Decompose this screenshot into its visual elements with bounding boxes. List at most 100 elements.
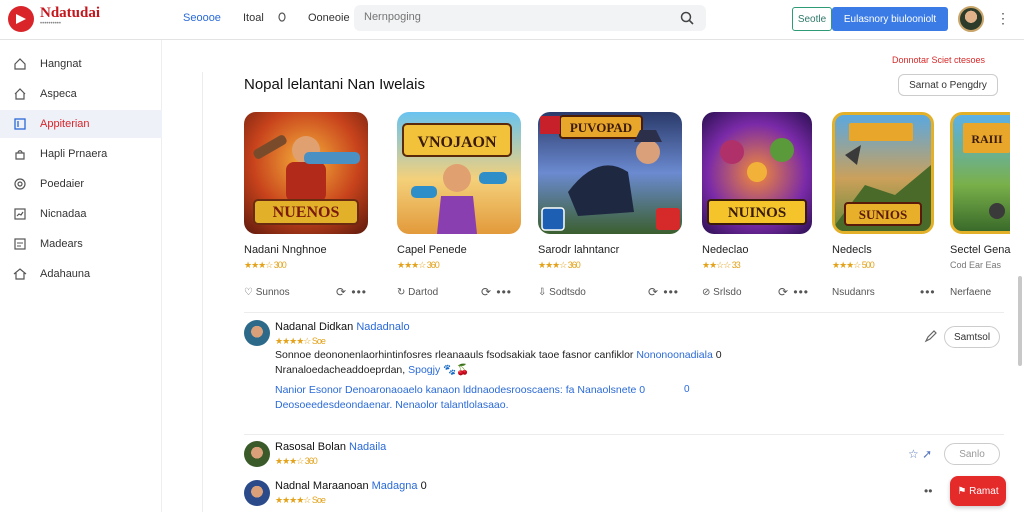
game-title[interactable]: Capel Penede <box>397 244 467 256</box>
commenter-avatar[interactable] <box>244 320 270 346</box>
nav-link-3[interactable]: Ooneoie <box>308 12 350 24</box>
sidebar-item-3[interactable]: Appiterian <box>0 110 162 138</box>
user-avatar[interactable] <box>958 6 984 32</box>
card-more-icon[interactable]: ⟳ ••• <box>336 285 367 299</box>
game-card[interactable]: SUNIOS Nedecls ★★★☆ 500 Nsudanrs ••• <box>832 112 935 299</box>
flag-icon: ⚑ <box>957 485 970 497</box>
like-icon[interactable]: ☆ ➚ <box>908 447 932 461</box>
comment-text[interactable]: Nanior Esonor Denoaronaoaelo kanaon lddn… <box>275 384 645 396</box>
divider <box>244 312 1004 313</box>
pin-icon: ⊘ <box>702 287 714 298</box>
sidebar-item-label: Aspeca <box>40 88 77 100</box>
game-title[interactable]: Sarodr lahntancr <box>538 244 619 256</box>
scrollbar[interactable] <box>1018 276 1022 366</box>
logo-play-icon <box>8 6 34 32</box>
card-action[interactable]: ⊘ Srlsdo <box>702 287 742 298</box>
game-title[interactable]: Nadani Nnghnoe <box>244 244 327 256</box>
commenter-name[interactable]: Rasosal Bolan Nadaila <box>275 441 386 453</box>
app-logo[interactable]: Ndatudai •••••••••• <box>8 6 100 32</box>
sidebar-item-5[interactable]: Poedaier <box>0 170 162 198</box>
sidebar-item-label: Nicnadaa <box>40 208 87 220</box>
search-icon[interactable] <box>680 11 694 28</box>
game-art-title: PUVOPAD <box>570 120 632 135</box>
sidebar-item-7[interactable]: Madears <box>0 230 162 258</box>
sidebar-item-1[interactable]: Hangnat <box>0 50 162 78</box>
game-title[interactable]: Nedecls <box>832 244 872 256</box>
more-options-icon[interactable]: ⋮ <box>996 10 1010 27</box>
sidebar-item-6[interactable]: Nicnadaa <box>0 200 162 228</box>
comment-rating: ★★★☆ 360 <box>275 456 318 466</box>
sidebar-item-label: Madears <box>40 238 83 250</box>
secondary-button[interactable]: Seotle <box>792 7 832 31</box>
game-card[interactable]: NUENOS Nadani Nnghnoe ★★★☆ 300 ♡ Sunnos … <box>244 112 368 299</box>
game-title[interactable]: Nedeclao <box>702 244 748 256</box>
comment-text: Nranaloedacheaddoeprdan, Spogjy 🐾🍒 <box>275 364 470 376</box>
sidebar-item-label: Hangnat <box>40 58 82 70</box>
game-thumbnail[interactable]: RAIII <box>950 112 1010 234</box>
nav-link-1[interactable]: Seoooe <box>183 12 221 24</box>
card-action[interactable]: ♡ Sunnos <box>244 287 290 298</box>
report-button[interactable]: ⚑ Ramat <box>950 476 1006 506</box>
comment-text: Sonnoe deononenlaorhintinfosres rleanaau… <box>275 349 722 361</box>
comment-text[interactable]: Deosoeedesdeondaenar. Nenaolor talantlol… <box>275 399 509 411</box>
commenter-name[interactable]: Nadnal Maraanoan Madagna 0 <box>275 480 427 492</box>
game-thumbnail[interactable]: VNOJAON <box>397 112 521 234</box>
apps-icon <box>14 118 26 130</box>
logo-title: Ndatudai <box>40 5 101 21</box>
heart-icon: ♡ <box>244 287 256 298</box>
reply-button[interactable]: Sanlo <box>944 443 1000 465</box>
sidebar-item-4[interactable]: Hapli Prnaera <box>0 140 162 168</box>
commenter-name[interactable]: Nadanal Didkan Nadadnalo <box>275 321 410 333</box>
sidebar-item-8[interactable]: Adahauna <box>0 260 162 288</box>
house-icon <box>14 88 26 100</box>
commenter-avatar[interactable] <box>244 441 270 467</box>
nav-dot-icon[interactable] <box>278 12 286 25</box>
game-card[interactable]: NUINOS Nedeclao ★★☆☆ 33 ⊘ Srlsdo ⟳ ••• <box>702 112 812 299</box>
game-thumbnail[interactable]: PUVOPAD <box>538 112 682 234</box>
game-rating: ★★★☆ 500 <box>832 260 875 270</box>
game-art: SUNIOS <box>835 123 931 231</box>
game-thumbnail[interactable]: NUENOS <box>244 112 368 234</box>
card-action[interactable]: Nerfaene <box>950 287 991 298</box>
game-rating: ★★★☆ 360 <box>397 260 440 270</box>
game-art-title: NUENOS <box>273 204 340 221</box>
game-art: NUINOS <box>707 138 807 225</box>
game-card[interactable]: RAIII Sectel Gena Cod Ear Eas Nerfaene <box>950 112 1011 298</box>
game-art: NUENOS <box>253 135 360 225</box>
sidebar-item-2[interactable]: Aspeca <box>0 80 162 108</box>
comment-rating: ★★★★☆ Soe <box>275 336 326 346</box>
game-card[interactable]: VNOJAON Capel Penede ★★★☆ 360 ↻ Dartod ⟳… <box>397 112 521 299</box>
card-more-icon[interactable]: ⟳ ••• <box>648 285 679 299</box>
game-art: PUVOPAD <box>540 115 680 231</box>
sort-button[interactable]: Sarnat o Pengdry <box>898 74 998 96</box>
game-art-title: SUNIOS <box>859 207 907 222</box>
sidebar-item-label: Appiterian <box>40 118 90 130</box>
primary-button[interactable]: Eulasnory biulooniolt <box>832 7 948 31</box>
game-rating: ★★☆☆ 33 <box>702 260 741 270</box>
game-thumbnail[interactable]: SUNIOS <box>832 112 934 234</box>
section-title: Nopal lelantani Nan Iwelais <box>244 76 425 93</box>
refresh-icon: ↻ <box>397 287 409 298</box>
share-icon[interactable] <box>924 329 938 346</box>
sidebar-item-label: Adahauna <box>40 268 91 280</box>
home-outline-icon <box>13 268 27 280</box>
nav-link-2[interactable]: Itoal <box>243 12 264 24</box>
bag-icon <box>15 150 25 160</box>
card-action[interactable]: ⇩ Sodtsdo <box>538 287 586 298</box>
download-icon: ⇩ <box>538 287 550 298</box>
game-thumbnail[interactable]: NUINOS <box>702 112 812 234</box>
more-options-icon[interactable]: •• <box>924 484 932 498</box>
header-red-link[interactable]: Donnotar Sciet ctesoes <box>892 55 985 65</box>
commenter-avatar[interactable] <box>244 480 270 506</box>
game-card[interactable]: PUVOPAD Sarodr lahntancr ★★★☆ 360 ⇩ Sodt… <box>538 112 682 299</box>
card-more-icon[interactable]: ••• <box>920 285 936 299</box>
reply-button[interactable]: Samtsol <box>944 326 1000 348</box>
search-input[interactable] <box>364 11 664 23</box>
search-bar[interactable] <box>354 5 706 31</box>
sidebar-item-label: Hapli Prnaera <box>40 148 108 160</box>
game-title[interactable]: Sectel Gena <box>950 244 1011 256</box>
card-more-icon[interactable]: ⟳ ••• <box>481 285 512 299</box>
card-action[interactable]: Nsudanrs <box>832 287 875 298</box>
card-more-icon[interactable]: ⟳ ••• <box>778 285 809 299</box>
card-action[interactable]: ↻ Dartod <box>397 287 438 298</box>
